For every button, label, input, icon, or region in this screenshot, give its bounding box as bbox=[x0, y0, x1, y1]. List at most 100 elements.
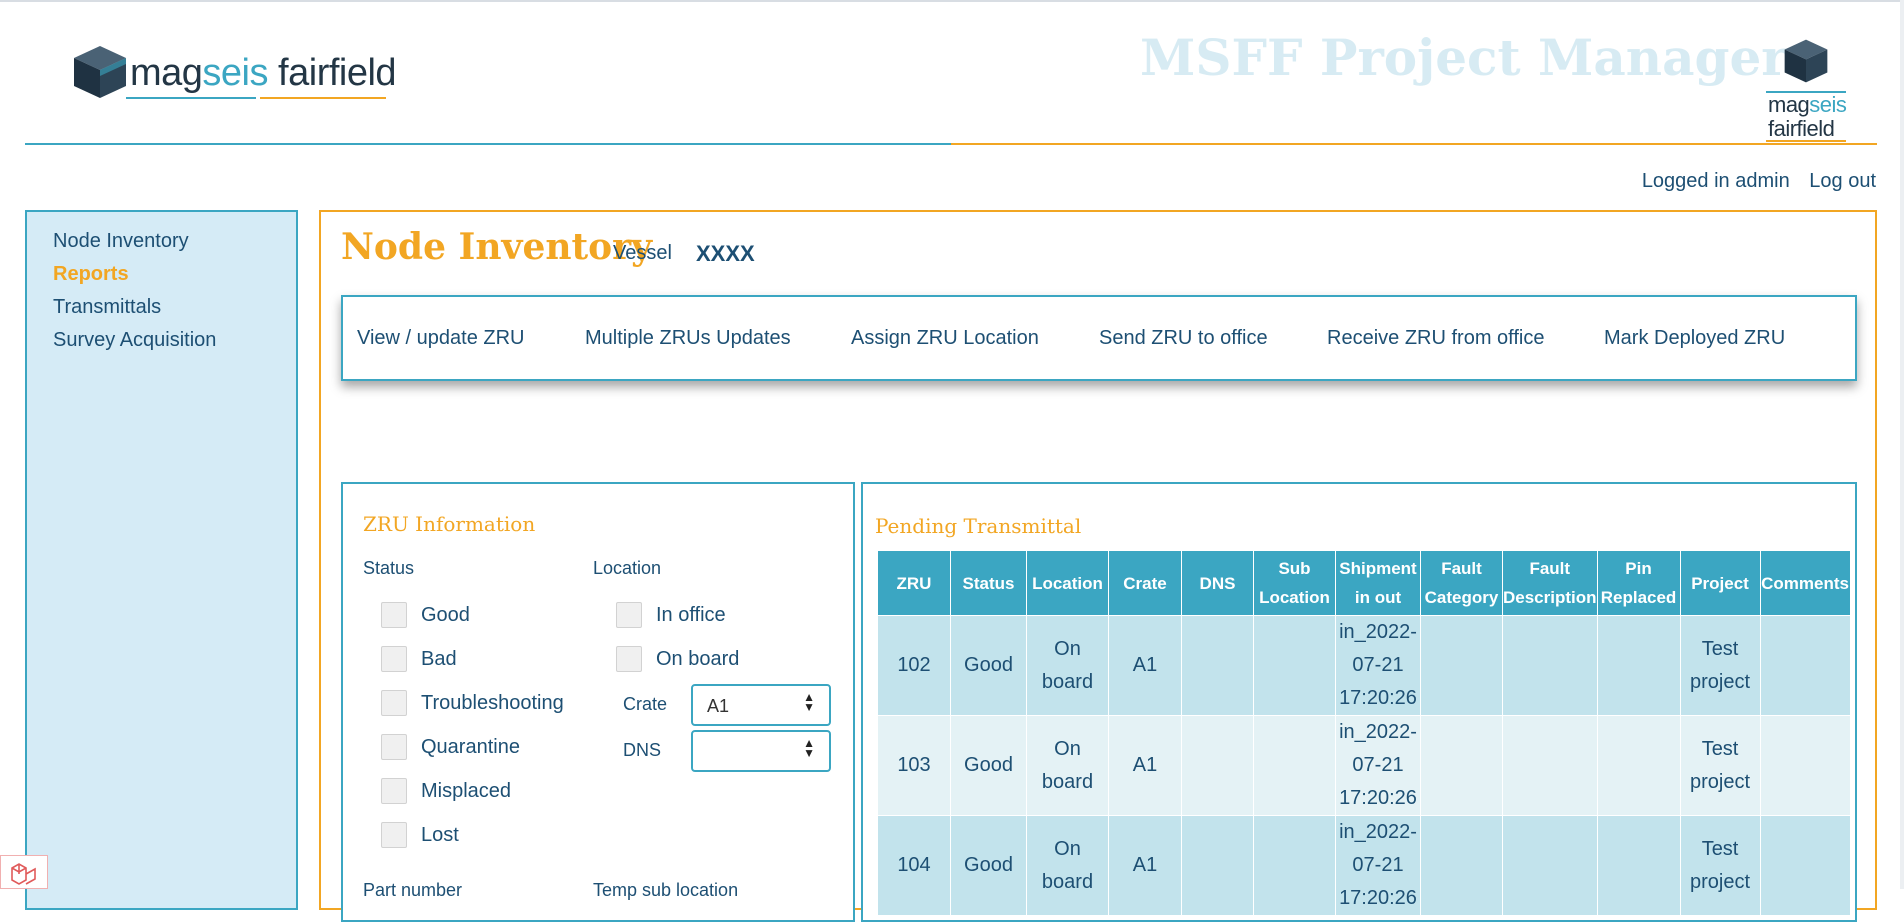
col-fault-description-l1: Fault bbox=[1529, 559, 1571, 578]
status-lost-label: Lost bbox=[421, 824, 459, 846]
header-divider-orange bbox=[951, 143, 1877, 145]
col-status[interactable]: Status bbox=[950, 550, 1027, 616]
receive-zru-from-office-link[interactable]: Receive ZRU from office bbox=[1327, 327, 1544, 350]
col-project[interactable]: Project bbox=[1679, 550, 1761, 616]
location-in-office-checkbox[interactable] bbox=[616, 602, 642, 628]
main-panel: Node Inventory Vessel XXXX View / update… bbox=[319, 210, 1877, 922]
cell-fault-description bbox=[1502, 615, 1598, 716]
dns-select[interactable]: ▲ ▼ bbox=[691, 730, 831, 772]
status-bad-checkbox[interactable] bbox=[381, 646, 407, 672]
table-row[interactable]: 104 Good On board A1 in_2022- 07-21 17:20:2… bbox=[877, 815, 1851, 916]
col-zru[interactable]: ZRU bbox=[877, 550, 951, 616]
col-fault-category-l1: Fault bbox=[1441, 559, 1482, 578]
cell-fault-category bbox=[1420, 615, 1503, 716]
cell-crate: A1 bbox=[1108, 815, 1182, 916]
col-comments-label: Comments bbox=[1761, 573, 1849, 593]
brand-seis: seis bbox=[202, 52, 268, 94]
status-misplaced-checkbox[interactable] bbox=[381, 778, 407, 804]
table-row[interactable]: 102 Good On board A1 in_2022- 07-21 17:20:2… bbox=[877, 615, 1851, 716]
auth-bar: Logged in admin Log out bbox=[1642, 170, 1876, 193]
sidebar: Node Inventory Reports Transmittals Surv… bbox=[25, 210, 298, 910]
cell-location: On board bbox=[1026, 615, 1109, 716]
action-bar: View / update ZRU Multiple ZRUs Updates … bbox=[341, 295, 1857, 381]
sidebar-item-survey-acquisition[interactable]: Survey Acquisition bbox=[53, 329, 216, 352]
col-sub-location-l2: Location bbox=[1259, 588, 1330, 607]
col-pin-replaced[interactable]: Pin Replaced bbox=[1596, 550, 1681, 616]
location-on-board-checkbox[interactable] bbox=[616, 646, 642, 672]
col-status-label: Status bbox=[962, 573, 1015, 593]
cell-fault-description bbox=[1502, 815, 1598, 916]
mark-deployed-zru-link[interactable]: Mark Deployed ZRU bbox=[1604, 327, 1785, 350]
send-zru-to-office-link[interactable]: Send ZRU to office bbox=[1099, 327, 1268, 350]
status-good-label: Good bbox=[421, 604, 470, 626]
cell-status: Good bbox=[950, 615, 1027, 716]
cell-location: On board bbox=[1026, 715, 1109, 816]
col-location[interactable]: Location bbox=[1026, 550, 1109, 616]
status-quarantine-checkbox[interactable] bbox=[381, 734, 407, 760]
col-shipment-l2: in out bbox=[1354, 588, 1402, 607]
status-good-checkbox[interactable] bbox=[381, 602, 407, 628]
col-fault-category[interactable]: Fault Category bbox=[1420, 550, 1503, 616]
location-on-board-label: On board bbox=[656, 648, 740, 670]
col-dns[interactable]: DNS bbox=[1181, 550, 1254, 616]
col-fault-description[interactable]: Fault Description bbox=[1502, 550, 1598, 616]
cube-logo-icon bbox=[74, 46, 126, 98]
cell-status: Good bbox=[950, 715, 1027, 816]
vessel-label: Vessel bbox=[613, 242, 672, 264]
table-row[interactable]: 103 Good On board A1 in_2022- 07-21 17:20:2… bbox=[877, 715, 1851, 816]
vessel-value: XXXX bbox=[696, 241, 755, 266]
status-misplaced-label: Misplaced bbox=[421, 780, 512, 802]
pending-transmittal-title: Pending Transmittal bbox=[875, 514, 1082, 538]
brand-fairfield: fairfield bbox=[268, 52, 397, 94]
col-location-label: Location bbox=[1032, 573, 1103, 593]
cube-logo-icon bbox=[1784, 39, 1828, 83]
col-pin-replaced-l1: Pin bbox=[1625, 559, 1652, 578]
logged-in-text: Logged in admin bbox=[1641, 170, 1790, 192]
temp-sub-location-label: Temp sub location bbox=[593, 880, 739, 900]
page-title: Node Inventory bbox=[341, 226, 653, 268]
col-dns-label: DNS bbox=[1199, 573, 1236, 593]
header-divider-blue bbox=[25, 143, 951, 145]
col-project-label: Project bbox=[1691, 573, 1749, 593]
select-arrows-icon: ▲ ▼ bbox=[803, 736, 815, 760]
logout-link[interactable]: Log out bbox=[1809, 170, 1876, 192]
sidebar-item-transmittals[interactable]: Transmittals bbox=[53, 296, 161, 319]
brand-logo-small: magseis fairfield bbox=[1764, 38, 1848, 142]
crate-label: Crate bbox=[623, 694, 668, 714]
view-update-zru-link[interactable]: View / update ZRU bbox=[357, 327, 525, 350]
col-zru-label: ZRU bbox=[896, 573, 932, 593]
crate-select[interactable]: A1 ▲ ▼ bbox=[691, 684, 831, 726]
zru-information-panel: ZRU Information Status Location Good Bad… bbox=[341, 482, 855, 922]
pending-transmittal-table: ZRU Status Location Crate DNS Sub Locatio… bbox=[877, 550, 1851, 916]
status-label: Status bbox=[363, 558, 415, 578]
cell-dns bbox=[1181, 615, 1254, 716]
cell-shipment: in_2022- 07-21 17:20:26 bbox=[1335, 615, 1421, 716]
cell-dns bbox=[1181, 815, 1254, 916]
cell-shipment: in_2022- 07-21 17:20:26 bbox=[1335, 715, 1421, 816]
status-quarantine-label: Quarantine bbox=[421, 736, 520, 758]
status-lost-checkbox[interactable] bbox=[381, 822, 407, 848]
col-sub-location[interactable]: Sub Location bbox=[1253, 550, 1336, 616]
cell-comments bbox=[1759, 715, 1851, 816]
status-troubleshooting-checkbox[interactable] bbox=[381, 690, 407, 716]
col-crate[interactable]: Crate bbox=[1108, 550, 1182, 616]
sidebar-item-node-inventory[interactable]: Node Inventory bbox=[53, 230, 189, 253]
col-pin-replaced-l2: Replaced bbox=[1600, 588, 1677, 607]
cell-sub-location bbox=[1253, 815, 1336, 916]
assign-zru-location-link[interactable]: Assign ZRU Location bbox=[851, 327, 1039, 350]
brand-logo[interactable]: magseis fairfield bbox=[72, 44, 402, 104]
zru-information-title: ZRU Information bbox=[363, 512, 536, 536]
multiple-zrus-updates-link[interactable]: Multiple ZRUs Updates bbox=[585, 327, 791, 350]
status-troubleshooting-label: Troubleshooting bbox=[421, 692, 564, 714]
sidebar-item-reports[interactable]: Reports bbox=[53, 263, 129, 286]
cell-fault-description bbox=[1502, 715, 1598, 816]
top-border bbox=[0, 0, 1904, 2]
cell-zru: 104 bbox=[877, 815, 951, 916]
location-label: Location bbox=[593, 558, 662, 578]
crate-select-value: A1 bbox=[707, 696, 730, 716]
col-comments[interactable]: Comments bbox=[1759, 550, 1851, 616]
scrollbar[interactable] bbox=[1900, 0, 1904, 889]
col-shipment[interactable]: Shipment in out bbox=[1335, 550, 1421, 616]
cell-zru: 102 bbox=[877, 615, 951, 716]
framework-debug-icon[interactable] bbox=[0, 855, 48, 889]
